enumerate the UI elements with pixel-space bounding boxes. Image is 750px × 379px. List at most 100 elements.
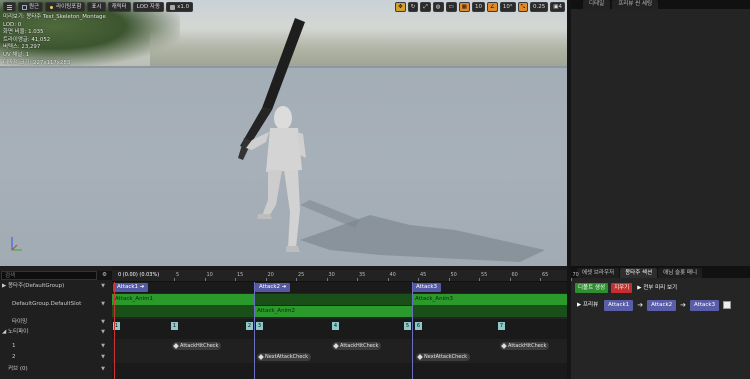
notify-attack-hit-check[interactable]: AttackHitCheck (500, 342, 550, 350)
montage-group-label: ▶ 몽타주(DefaultGroup) (2, 283, 65, 289)
notify-next-attack-check[interactable]: NextAttackCheck (257, 353, 311, 361)
section-label-attack3[interactable]: Attack3 (412, 283, 442, 292)
segment-attack-anim1[interactable]: Attack_Anim1 (112, 294, 254, 305)
scale-mode-button[interactable]: ⤢ (420, 1, 431, 12)
scale-icon: ⤢ (423, 3, 428, 10)
timing-marker[interactable]: 1 (171, 322, 178, 330)
surface-snap-button[interactable]: ▭ (445, 1, 457, 12)
timing-label: 타이밍 (12, 319, 28, 325)
camera-speed-button[interactable]: ▣ 4 (550, 1, 565, 12)
notify-track-1-label: 1 (12, 343, 16, 349)
section-attack2[interactable]: Attack2 (647, 299, 677, 311)
notify-attack-hit-check[interactable]: AttackHitCheck (332, 342, 382, 350)
montage-tracks[interactable]: Attack1 ➔ Attack2 ➔ Attack3 Attack_Anim1… (112, 282, 567, 379)
chevron-down-icon[interactable]: ▼ (101, 317, 105, 327)
chevron-down-icon[interactable]: ▼ (101, 299, 105, 309)
angle-snap-toggle[interactable]: ∠ (486, 1, 498, 12)
stats-line-uv-channels: UV 채널: 1 (3, 51, 30, 58)
angle-snap-value[interactable]: 10° (499, 1, 516, 12)
lod-button[interactable]: LOD 자동 (132, 2, 165, 12)
section-label-attack1[interactable]: Attack1 ➔ (113, 283, 149, 292)
timing-marker[interactable]: 7 (498, 322, 505, 330)
playback-speed-button[interactable]: x1.0 (166, 2, 194, 12)
ruler-tick (326, 278, 328, 281)
perspective-icon (22, 4, 27, 10)
timing-marker[interactable]: 2 (246, 322, 253, 330)
rotate-mode-button[interactable]: ↻ (407, 1, 419, 12)
ruler-tick (479, 278, 480, 281)
section-name: Attack3 (416, 284, 438, 290)
viewport-stats: 미리보기: 몽타주 Test_Skeleton_Montage LOD: 0 화… (3, 14, 106, 67)
segment-empty-row (254, 294, 412, 305)
chevron-down-icon[interactable]: ▼ (101, 341, 105, 351)
segment-attack-anim3[interactable]: Attack_Anim3 (412, 294, 567, 305)
timeline-ruler[interactable]: 0 (0.00) (0.03%) 5 10 15 20 25 30 35 40 45 50 55 60… (112, 270, 579, 282)
segment-empty-row (112, 305, 254, 317)
scale-snap-toggle[interactable]: ⤡ (517, 1, 529, 12)
notifies-label: ◢ 노티파이 (2, 329, 29, 335)
stats-line-vertices: 버텍스: 23,297 (3, 44, 41, 51)
character-button[interactable]: 캐릭터 (107, 2, 131, 12)
viewport-menu-button[interactable] (3, 2, 16, 12)
details-body (571, 9, 750, 266)
search-options-button[interactable]: ⚙ (99, 271, 110, 280)
chevron-down-icon[interactable]: ▼ (101, 352, 105, 362)
clear-button[interactable]: 지우기 (611, 283, 633, 293)
tab-preview-scene-settings[interactable]: 프리뷰 씬 세팅 (612, 0, 659, 9)
loop-checkbox[interactable] (723, 301, 732, 309)
stats-line-approx-size: 대략적 크기: 227x117x283 (3, 59, 71, 66)
section-attack1[interactable]: Attack1 (604, 299, 634, 311)
timing-marker[interactable]: 4 (332, 322, 339, 330)
select-mode-button[interactable]: ✥ (395, 1, 406, 12)
tab-details[interactable]: 디테일 (583, 0, 611, 9)
tab-montage-sections[interactable]: 몽타주 섹션 (620, 268, 658, 278)
section-name: Attack1 (117, 284, 139, 290)
details-panel: 디테일 프리뷰 씬 세팅 (571, 0, 750, 266)
create-default-button[interactable]: 디폴트 생성 (575, 283, 609, 293)
preview-all-button[interactable]: ▶ 전부 미리 보기 (635, 283, 679, 293)
ruler-tick (296, 278, 297, 281)
animation-viewport[interactable]: 원근 라이팅포함 표시 캐릭터 LOD 자동 x1.0 ✥ ↻ ⤢ ◍ ▭ ▦ … (0, 0, 567, 266)
search-input[interactable] (1, 271, 97, 280)
playhead-line[interactable] (114, 282, 115, 379)
chevron-down-icon[interactable]: ▼ (101, 281, 105, 291)
timing-marker[interactable]: 3 (256, 322, 263, 330)
camera-speed-value-label: 4 (558, 3, 563, 10)
perspective-button[interactable]: 원근 (18, 2, 44, 12)
ruler-tick-label: 50 (450, 272, 457, 278)
playhead-position-label: 0 (0.00) (0.03%) (118, 272, 160, 278)
show-label: 표시 (91, 4, 102, 10)
bottom-right-tabbar: 에셋 브라우저 몽타주 섹션 애님 슬롯 매니 (571, 266, 750, 278)
ruler-tick-label: 55 (481, 272, 488, 278)
grid-snap-value[interactable]: 10 (471, 1, 485, 12)
ruler-tick-label: 10 (206, 272, 213, 278)
tab-asset-browser[interactable]: 에셋 브라우저 (577, 268, 620, 278)
montage-sections-panel: 에셋 브라우저 몽타주 섹션 애님 슬롯 매니 디폴트 생성 지우기 ▶ 전부 … (571, 266, 750, 379)
tab-anim-slot-manager[interactable]: 애님 슬롯 매니 (658, 268, 703, 278)
ruler-tick (204, 278, 206, 281)
segment-attack-anim2[interactable]: Attack_Anim2 (254, 306, 412, 317)
section-attack3[interactable]: Attack3 (690, 299, 720, 311)
scale-snap-value[interactable]: 0.25 (530, 1, 549, 12)
world-local-button[interactable]: ◍ (432, 1, 444, 12)
chevron-down-icon[interactable]: ▼ (101, 327, 105, 337)
rotate-icon: ↻ (410, 3, 416, 10)
stats-line-preview: 미리보기: 몽타주 Test_Skeleton_Montage (3, 14, 106, 20)
timing-marker[interactable]: 5 (404, 322, 411, 330)
arrow-right-icon: ➔ (680, 301, 687, 309)
grid-snap-toggle[interactable]: ▦ (458, 1, 470, 12)
section-label-attack2[interactable]: Attack2 ➔ (255, 283, 291, 292)
lit-mode-button[interactable]: 라이팅포함 (45, 2, 86, 12)
notify-attack-hit-check[interactable]: AttackHitCheck (172, 342, 222, 350)
timing-marker[interactable]: 6 (415, 322, 422, 330)
scale-snap-value-label: 0.25 (533, 3, 546, 10)
chevron-down-icon[interactable]: ▼ (101, 364, 105, 374)
segment-name: Attack_Anim1 (115, 296, 153, 302)
preview-button[interactable]: ▶ 프리뷰 (575, 300, 600, 310)
show-button[interactable]: 표시 (87, 2, 106, 12)
lit-label: 라이팅포함 (56, 4, 82, 10)
notify-next-attack-check[interactable]: NextAttackCheck (416, 353, 470, 361)
ruler-tick (570, 278, 572, 281)
ruler-tick (174, 278, 175, 281)
notify-lane: AttackHitCheck NextAttackCheck AttackHit… (112, 339, 567, 363)
